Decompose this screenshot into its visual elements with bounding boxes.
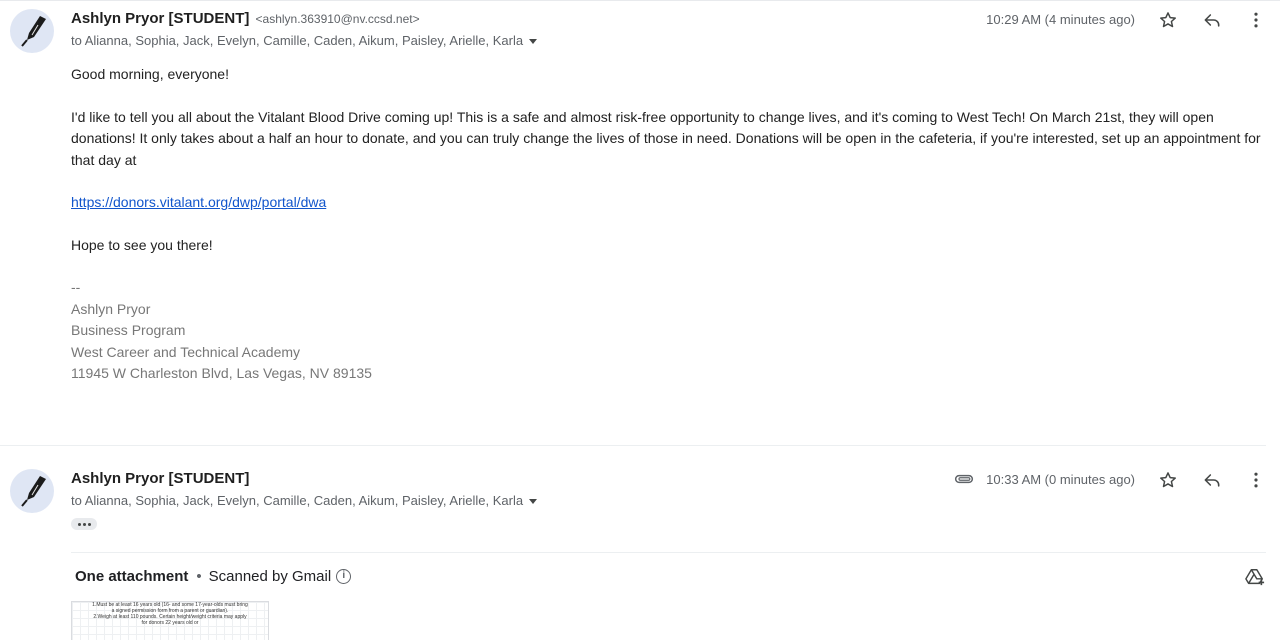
sender-email: <ashlyn.363910@nv.ccsd.net> <box>255 12 420 26</box>
attachments-heading: One attachment <box>75 568 189 585</box>
signature: -- Ashlyn Pryor Business Program West Ca… <box>71 277 1266 385</box>
star-icon <box>1160 472 1176 488</box>
paperclip-icon <box>954 471 974 492</box>
sender-name[interactable]: Ashlyn Pryor [STUDENT] <ashlyn.363910@nv… <box>71 10 420 27</box>
avatar[interactable] <box>10 469 54 513</box>
more-vert-icon <box>1254 472 1258 488</box>
reply-button[interactable] <box>1200 8 1224 32</box>
message-body: Good morning, everyone! I'd like to tell… <box>71 64 1266 385</box>
sender-name[interactable]: Ashlyn Pryor [STUDENT] <box>71 470 249 487</box>
more-options-button[interactable] <box>1244 8 1268 32</box>
attachments-header: One attachment • Scanned by Gmail i <box>75 568 352 585</box>
signature-separator: -- <box>71 279 81 295</box>
greeting: Good morning, everyone! <box>71 66 229 82</box>
recipients-line[interactable]: to Alianna, Sophia, Jack, Evelyn, Camill… <box>71 493 538 508</box>
attachment-thumbnail[interactable]: 1.Must be at least 16 years old (16- and… <box>71 601 269 640</box>
more-vert-icon <box>1254 12 1258 28</box>
body-paragraph: I'd like to tell you all about the Vital… <box>71 108 1261 168</box>
reply-icon <box>1204 14 1220 27</box>
info-icon[interactable]: i <box>336 569 352 584</box>
recipients-line[interactable]: to Alianna, Sophia, Jack, Evelyn, Camill… <box>71 33 538 48</box>
closing: Hope to see you there! <box>71 236 213 253</box>
message-divider <box>0 445 1266 446</box>
attachment-divider <box>71 552 1266 553</box>
top-border <box>0 0 1280 3</box>
star-button[interactable] <box>1156 8 1180 32</box>
message-time: 10:33 AM (0 minutes ago) <box>986 472 1135 487</box>
chevron-down-icon[interactable] <box>529 39 538 45</box>
donor-portal-link[interactable]: https://donors.vitalant.org/dwp/portal/d… <box>71 194 326 210</box>
reply-icon <box>1204 474 1220 487</box>
add-to-drive-icon <box>1245 569 1265 586</box>
chevron-down-icon[interactable] <box>529 499 538 505</box>
signature-address: 11945 W Charleston Blvd, Las Vegas, NV 8… <box>71 365 372 381</box>
recipients-text: to Alianna, Sophia, Jack, Evelyn, Camill… <box>71 493 524 508</box>
reply-button[interactable] <box>1200 468 1224 492</box>
signature-school: West Career and Technical Academy <box>71 343 301 360</box>
star-button[interactable] <box>1156 468 1180 492</box>
signature-program: Business Program <box>71 322 186 338</box>
star-icon <box>1160 12 1176 28</box>
recipients-text: to Alianna, Sophia, Jack, Evelyn, Camill… <box>71 33 524 48</box>
add-to-drive-button[interactable] <box>1244 567 1266 592</box>
attachment-preview-line-1: 1.Must be at least 16 years old (16- and… <box>92 602 248 614</box>
message-time: 10:29 AM (4 minutes ago) <box>986 12 1135 27</box>
show-trimmed-content-button[interactable] <box>71 518 97 530</box>
sender-name-text: Ashlyn Pryor [STUDENT] <box>71 10 250 27</box>
signature-name: Ashlyn Pryor <box>71 300 151 317</box>
scanned-label: Scanned by Gmail <box>208 568 332 585</box>
attachment-preview-line-2: 2.Weigh at least 110 pounds. Certain hei… <box>93 614 247 626</box>
more-options-button[interactable] <box>1244 468 1268 492</box>
avatar[interactable] <box>10 9 54 53</box>
